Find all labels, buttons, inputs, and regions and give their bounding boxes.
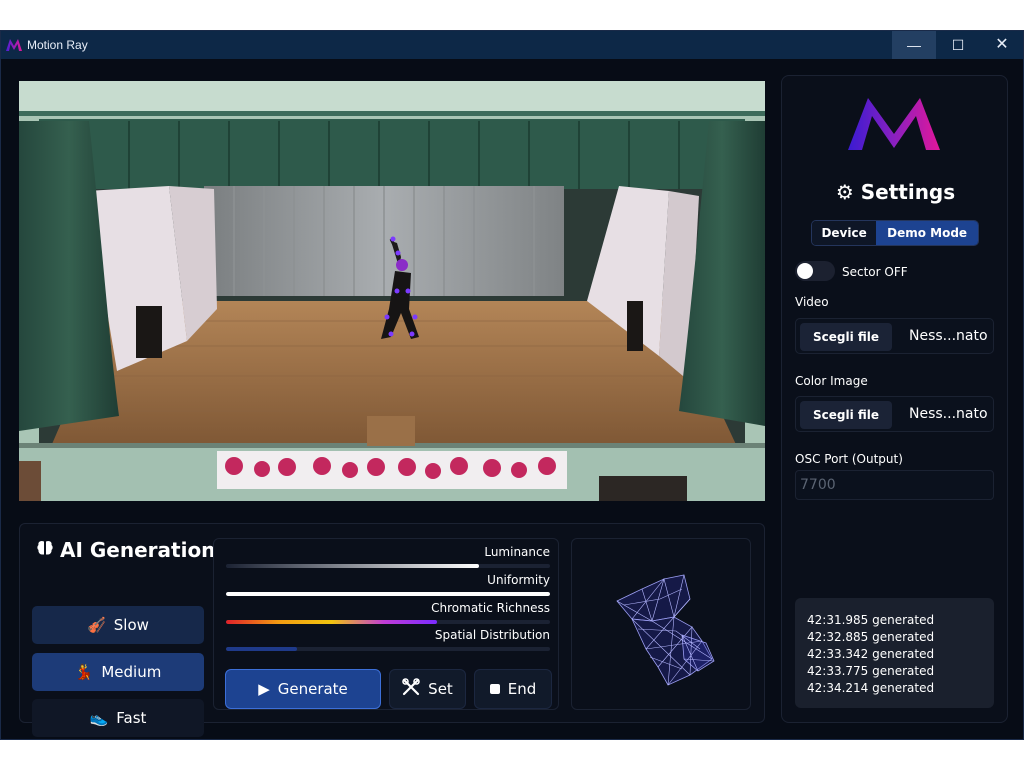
video-label: Video [795, 295, 829, 309]
spatial-distribution-label: Spatial Distribution [434, 628, 550, 642]
chromatic-richness-fill [226, 620, 437, 624]
video-file-input[interactable]: Scegli file Ness...nato [795, 318, 994, 354]
title-bar: Motion Ray — ☐ ✕ [1, 31, 1023, 59]
mode-switch: Device Demo Mode [811, 220, 979, 246]
settings-title: ⚙ Settings [782, 180, 1009, 204]
log-line: 42:33.775 generated [807, 664, 935, 678]
brain-icon [36, 538, 54, 562]
shoe-icon: 👟 [89, 709, 109, 727]
uniformity-bar [226, 592, 550, 596]
stop-icon [489, 680, 500, 698]
video-preview [19, 81, 765, 501]
wireframe-mesh [616, 574, 715, 686]
color-image-label: Color Image [795, 374, 868, 388]
color-image-file-name: Ness...nato [909, 406, 988, 422]
log-line: 42:33.342 generated [807, 647, 935, 661]
tab-demo-mode[interactable]: Demo Mode [876, 221, 978, 245]
end-label: End [507, 680, 537, 698]
end-button[interactable]: End [474, 669, 552, 709]
settings-panel: ⚙ Settings Device Demo Mode Sector OFF V… [781, 75, 1008, 723]
tools-icon [402, 678, 420, 700]
stage-video-frame [19, 81, 765, 501]
window-title: Motion Ray [27, 38, 88, 52]
metrics-panel: Luminance Uniformity Chromatic Richness … [213, 538, 559, 710]
generate-label: Generate [277, 680, 348, 698]
osc-port-input[interactable] [795, 470, 994, 500]
fast-button[interactable]: 👟 Fast [32, 699, 204, 737]
uniformity-label: Uniformity [487, 573, 550, 587]
sector-toggle[interactable] [795, 261, 835, 281]
luminance-label: Luminance [484, 545, 550, 559]
fast-label: Fast [116, 709, 147, 727]
log-line: 42:32.885 generated [807, 630, 935, 644]
maximize-button[interactable]: ☐ [936, 31, 980, 59]
set-button[interactable]: Set [389, 669, 466, 709]
violin-icon: 🎻 [87, 616, 106, 634]
minimize-button[interactable]: — [892, 31, 936, 59]
mesh-preview [571, 538, 751, 710]
tab-device[interactable]: Device [812, 221, 877, 245]
generate-button[interactable]: ▶ Generate [225, 669, 381, 709]
app-logo-icon [6, 39, 22, 51]
osc-port-label: OSC Port (Output) [795, 452, 903, 466]
sector-toggle-label: Sector OFF [842, 265, 908, 279]
uniformity-fill [226, 592, 550, 596]
spatial-distribution-fill [226, 647, 298, 651]
color-image-file-input[interactable]: Scegli file Ness...nato [795, 396, 994, 432]
log-line: 42:34.214 generated [807, 681, 935, 695]
log-line: 42:31.985 generated [807, 613, 935, 627]
generation-log: 42:31.985 generated 42:32.885 generated … [795, 598, 994, 708]
set-label: Set [428, 680, 453, 698]
toggle-knob [797, 263, 813, 279]
close-button[interactable]: ✕ [980, 31, 1024, 59]
chromatic-richness-bar [226, 620, 550, 624]
gear-icon: ⚙ [835, 180, 854, 204]
slow-label: Slow [113, 616, 149, 634]
luminance-bar [226, 564, 550, 568]
play-icon: ▶ [258, 680, 270, 698]
video-choose-file-button[interactable]: Scegli file [800, 323, 892, 351]
app-window: Motion Ray — ☐ ✕ AI Generation 🎻 Slow 💃 … [0, 30, 1024, 740]
dancer-icon: 💃 [74, 663, 94, 681]
slow-button[interactable]: 🎻 Slow [32, 606, 204, 644]
video-file-name: Ness...nato [909, 328, 988, 344]
ai-generation-panel: AI Generation 🎻 Slow 💃 Medium 👟 Fast Lum… [19, 523, 765, 737]
spatial-distribution-bar [226, 647, 550, 651]
settings-label: Settings [860, 180, 956, 204]
brand-logo [848, 98, 940, 150]
medium-button[interactable]: 💃 Medium [32, 653, 204, 691]
chromatic-richness-label: Chromatic Richness [431, 601, 550, 615]
ai-generation-title: AI Generation [36, 538, 215, 562]
medium-label: Medium [101, 663, 162, 681]
luminance-fill [226, 564, 479, 568]
ai-generation-label: AI Generation [60, 538, 216, 562]
color-image-choose-file-button[interactable]: Scegli file [800, 401, 892, 429]
